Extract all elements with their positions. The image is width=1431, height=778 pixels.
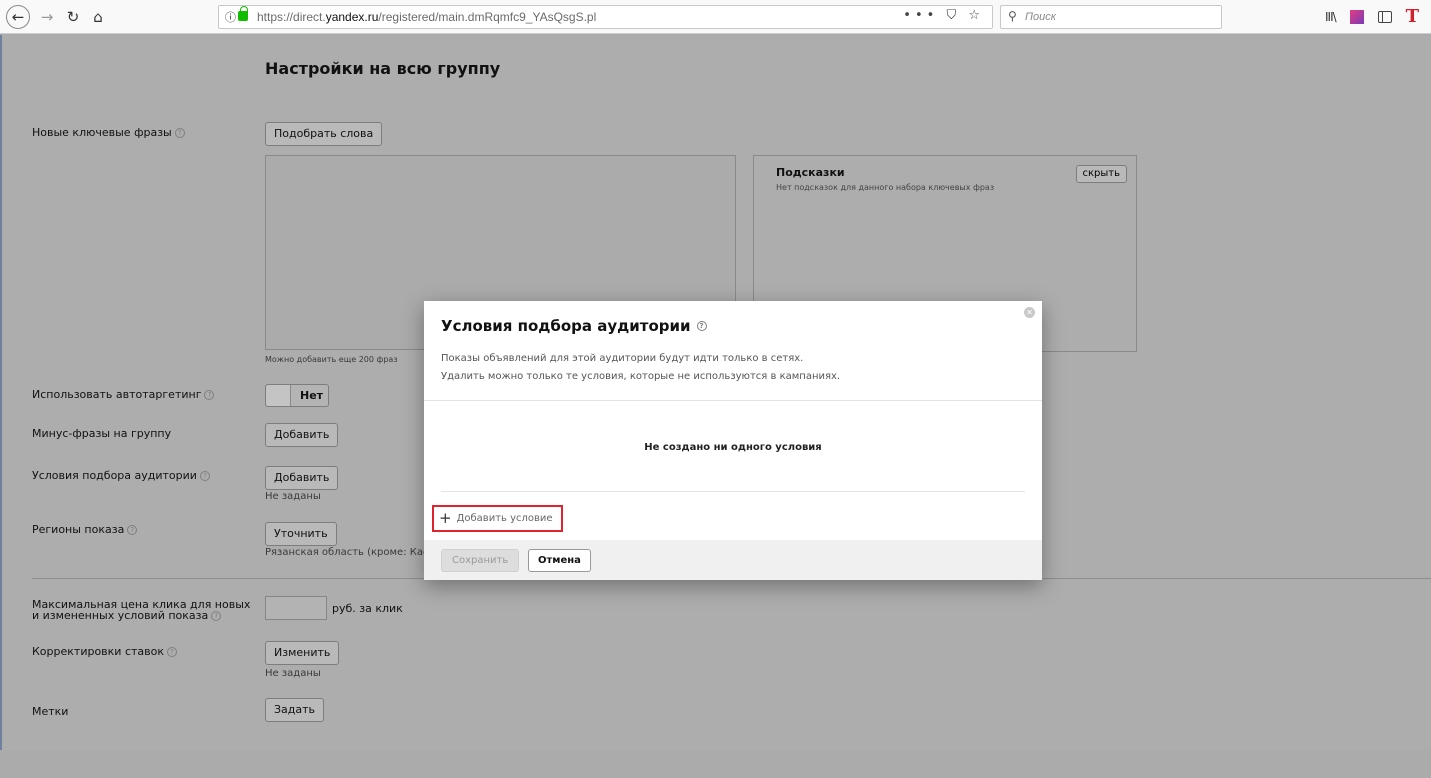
divider [441, 491, 1025, 492]
address-bar[interactable]: ⓘ https://direct.yandex.ru/registered/ma… [218, 5, 993, 29]
pick-words-button[interactable]: Подобрать слова [265, 122, 383, 146]
price-unit: руб. за клик [332, 602, 403, 615]
help-icon[interactable]: ? [204, 390, 215, 400]
set-tags-button[interactable]: Задать [265, 698, 325, 722]
minus-phrases-label: Минус-фразы на группу [32, 427, 172, 440]
hints-subtitle: Нет подсказок для данного набора ключевы… [776, 183, 995, 192]
add-audience-button[interactable]: Добавить [265, 466, 339, 490]
hints-title: Подсказки [776, 166, 845, 179]
more-icon[interactable]: ••• [903, 8, 938, 23]
page-actions[interactable]: ••• ⛉ ☆ [903, 8, 984, 23]
bid-adjust-label: Корректировки ставок? [32, 645, 178, 658]
regions-label: Регионы показа? [32, 523, 138, 536]
pocket-icon[interactable]: ⛉ [946, 8, 960, 23]
audience-conditions-modal: ✕ Условия подбора аудитории? Показы объя… [424, 301, 1042, 580]
browser-toolbar: ← → ↻ ⌂ ⓘ https://direct.yandex.ru/regis… [0, 0, 1431, 34]
bookmark-star-icon[interactable]: ☆ [968, 8, 984, 23]
search-bar[interactable]: ⚲ Поиск [1000, 5, 1222, 29]
sidebar-icon[interactable] [1377, 11, 1392, 23]
save-button[interactable]: Сохранить [441, 549, 520, 572]
empty-state-text: Не создано ни одного условия [644, 442, 822, 453]
help-icon[interactable]: ? [167, 647, 178, 657]
lock-icon [238, 6, 248, 21]
home-icon[interactable]: ⌂ [85, 4, 111, 30]
new-keywords-label: Новые ключевые фразы? [32, 126, 185, 139]
keywords-note: Можно добавить еще 200 фраз [265, 355, 398, 364]
modal-description-line2: Удалить можно только те условия, которые… [441, 371, 841, 382]
section-title: Настройки на всю группу [265, 59, 501, 78]
help-icon[interactable]: ? [211, 611, 222, 621]
url-text: https://direct.yandex.ru/registered/main… [257, 10, 597, 24]
toggle-value: Нет [300, 389, 324, 402]
bid-adjust-note: Не заданы [265, 668, 321, 679]
plus-icon: + [439, 509, 452, 527]
close-icon[interactable]: ✕ [1024, 307, 1035, 318]
help-icon[interactable]: ? [696, 321, 707, 331]
autotargeting-label: Использовать автотаргетинг? [32, 388, 215, 401]
audience-note: Не заданы [265, 491, 321, 502]
help-icon[interactable]: ? [127, 525, 138, 535]
forward-arrow-icon[interactable]: → [34, 4, 60, 30]
help-icon[interactable]: ? [174, 128, 185, 138]
change-bid-adjust-button[interactable]: Изменить [265, 641, 340, 665]
modal-title: Условия подбора аудитории? [441, 317, 707, 335]
max-price-label: Максимальная цена клика для новых и изме… [32, 598, 251, 622]
audience-label: Условия подбора аудитории? [32, 469, 210, 482]
extension-icon[interactable] [1349, 10, 1364, 24]
reload-icon[interactable]: ↻ [60, 4, 86, 30]
back-arrow-icon[interactable]: ← [6, 5, 30, 29]
add-condition-label: Добавить условие [456, 513, 553, 524]
tags-label: Метки [32, 705, 69, 718]
divider [424, 400, 1042, 401]
modal-footer: Сохранить Отмена [424, 540, 1042, 580]
add-minus-phrases-button[interactable]: Добавить [265, 423, 339, 447]
cancel-button[interactable]: Отмена [528, 549, 591, 572]
search-placeholder: Поиск [1025, 11, 1056, 23]
hide-hints-button[interactable]: скрыть [1075, 165, 1127, 183]
library-icon[interactable]: III\ [1325, 10, 1337, 24]
toggle-knob[interactable] [266, 385, 291, 406]
help-icon[interactable]: ? [199, 471, 210, 481]
regions-note: Рязанская область (кроме: Касим [265, 547, 443, 558]
autotargeting-toggle[interactable]: Нет [265, 384, 329, 407]
translate-extension-icon[interactable]: T [1406, 8, 1419, 26]
modal-description-line1: Показы объявлений для этой аудитории буд… [441, 353, 804, 364]
refine-regions-button[interactable]: Уточнить [265, 522, 337, 546]
info-icon[interactable]: ⓘ [225, 9, 236, 25]
add-condition-button[interactable]: + Добавить условие [432, 505, 563, 532]
toolbar-icons: III\ T [1325, 7, 1419, 27]
max-price-input[interactable] [265, 596, 327, 620]
search-icon: ⚲ [1008, 9, 1017, 23]
